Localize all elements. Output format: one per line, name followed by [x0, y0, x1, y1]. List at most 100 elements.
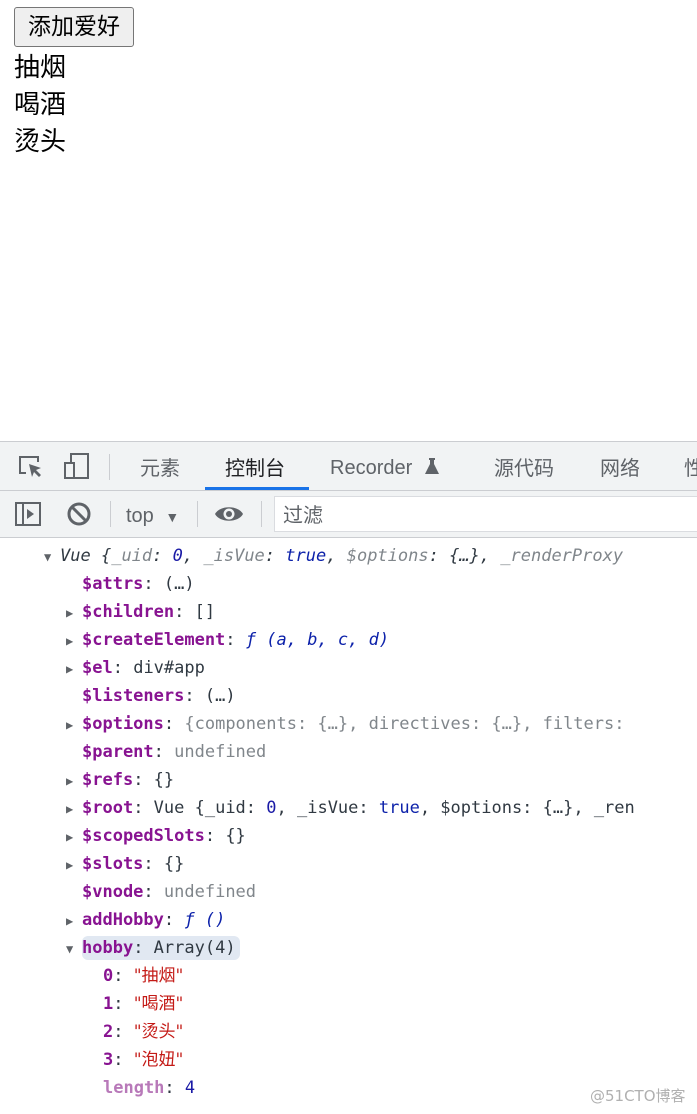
array-item-row: 0: "抽烟"	[103, 966, 184, 986]
length-key: length	[103, 1078, 165, 1098]
vue-summary: {_uid: 0, _isVue: true, $options: {…}, _…	[100, 546, 624, 566]
prop-value: ƒ (a, b, c, d)	[245, 630, 390, 650]
prop-value: div#app	[133, 658, 205, 678]
prop-key: $slots	[82, 854, 144, 874]
tab-recorder-label: Recorder	[330, 457, 413, 479]
collapsed-triangle-icon[interactable]: ▶	[66, 627, 82, 655]
hobby-item: 烫头	[14, 127, 67, 157]
tab-sources[interactable]: 源代码	[494, 442, 554, 490]
collapsed-triangle-icon[interactable]: ▶	[66, 655, 82, 683]
prop-key: $children	[82, 602, 175, 622]
prop-value: {}	[153, 770, 175, 790]
divider	[197, 501, 198, 527]
console-prop-row[interactable]: ▶ $slots: {}	[66, 850, 184, 878]
prop-key: $options	[82, 714, 164, 734]
dropdown-arrow-icon: ▼	[165, 509, 180, 525]
context-selector[interactable]: top ▼	[126, 491, 179, 537]
console-prop-row[interactable]: ▶ $refs: {}	[66, 766, 174, 794]
prop-key: $parent	[82, 742, 154, 762]
tab-performance[interactable]: 性	[684, 442, 697, 490]
tab-network[interactable]: 网络	[600, 442, 640, 490]
prop-key: $vnode	[82, 882, 144, 902]
eye-icon[interactable]	[214, 500, 244, 528]
array-item-row: 3: "泡妞"	[103, 1050, 184, 1070]
prop-value: (…)	[204, 686, 236, 706]
prop-value: Vue {_uid: 0, _isVue: true, $options: {……	[153, 798, 635, 818]
array-index: 0	[103, 966, 114, 986]
collapsed-triangle-icon[interactable]: ▶	[66, 599, 82, 627]
app-page: 添加爱好 抽烟 喝酒 烫头	[0, 0, 697, 441]
prop-value: {components: {…}, directives: {…}, filte…	[184, 714, 625, 734]
console-prop-row[interactable]: ▶ $options: {components: {…}, directives:…	[66, 710, 624, 738]
highlighted-prop: hobby: Array(4)	[82, 936, 240, 960]
array-value: "泡妞"	[133, 1050, 184, 1070]
tab-elements[interactable]: 元素	[140, 442, 180, 490]
prop-key: $scopedSlots	[82, 826, 205, 846]
console-prop-row[interactable]: ▶ $scopedSlots: {}	[66, 822, 246, 850]
length-value: 4	[184, 1078, 196, 1098]
console-prop-row: $listeners: (…)	[82, 686, 236, 706]
array-value: "抽烟"	[133, 966, 184, 986]
divider	[109, 454, 110, 480]
prop-value: []	[194, 602, 216, 622]
tab-console[interactable]: 控制台	[225, 442, 285, 490]
vue-root-row[interactable]: ▼ Vue {_uid: 0, _isVue: true, $options: {…	[44, 542, 623, 570]
device-toggle-icon[interactable]	[62, 452, 90, 480]
console-prop-row[interactable]: ▶ $children: []	[66, 598, 215, 626]
hobby-list: 抽烟 喝酒 烫头	[14, 50, 66, 161]
array-index: 2	[103, 1022, 114, 1042]
prop-key: addHobby	[82, 910, 164, 930]
prop-key: $attrs	[82, 574, 144, 594]
prop-value: Array(4)	[153, 938, 236, 958]
filter-input[interactable]: 过滤	[274, 496, 697, 532]
inspect-element-icon[interactable]	[16, 452, 44, 480]
hobby-item: 抽烟	[14, 53, 67, 83]
prop-value: ƒ ()	[184, 910, 226, 930]
console-prop-row: $parent: undefined	[82, 742, 267, 762]
array-index: 1	[103, 994, 114, 1014]
prop-key: $root	[82, 798, 134, 818]
prop-key: $listeners	[82, 686, 185, 706]
sidebar-toggle-icon[interactable]	[14, 500, 42, 528]
collapsed-triangle-icon[interactable]: ▶	[66, 823, 82, 851]
console-prop-row: $vnode: undefined	[82, 882, 257, 902]
array-value: "烫头"	[133, 1022, 184, 1042]
devtools-tabbar: 元素 控制台 Recorder 源代码 网络 性	[0, 442, 697, 491]
collapsed-triangle-icon[interactable]: ▶	[66, 795, 82, 823]
collapsed-triangle-icon[interactable]: ▶	[66, 767, 82, 795]
devtools-panel: 元素 控制台 Recorder 源代码 网络 性 top ▼ 过滤 ▼ Vue …	[0, 441, 697, 1114]
add-hobby-button[interactable]: 添加爱好	[14, 7, 134, 47]
filter-placeholder: 过滤	[283, 503, 323, 527]
prop-key: hobby	[82, 938, 134, 958]
expanded-triangle-icon[interactable]: ▼	[66, 935, 82, 963]
expanded-triangle-icon[interactable]: ▼	[44, 543, 60, 571]
collapsed-triangle-icon[interactable]: ▶	[66, 907, 82, 935]
tab-recorder[interactable]: Recorder	[330, 442, 440, 490]
collapsed-triangle-icon[interactable]: ▶	[66, 851, 82, 879]
console-prop-row[interactable]: ▶ addHobby: ƒ ()	[66, 906, 225, 934]
prop-value: undefined	[163, 882, 257, 902]
prop-key: $createElement	[82, 630, 226, 650]
divider	[110, 501, 111, 527]
prop-key: $el	[82, 658, 113, 678]
watermark: @51CTO博客	[590, 1087, 686, 1105]
console-prop-row[interactable]: ▶ $el: div#app	[66, 654, 205, 682]
collapsed-triangle-icon[interactable]: ▶	[66, 711, 82, 739]
console-prop-row[interactable]: ▶ $root: Vue {_uid: 0, _isVue: true, $opt…	[66, 794, 635, 822]
console-prop-row: $attrs: (…)	[82, 574, 195, 594]
vue-prefix: Vue	[60, 546, 101, 566]
console-toolbar: top ▼ 过滤	[0, 491, 697, 538]
prop-value: undefined	[174, 742, 267, 762]
divider	[261, 501, 262, 527]
prop-value: {}	[163, 854, 185, 874]
console-prop-row[interactable]: ▶ $createElement: ƒ (a, b, c, d)	[66, 626, 389, 654]
console-prop-row[interactable]: ▼ hobby: Array(4)	[66, 934, 240, 962]
array-item-row: 2: "烫头"	[103, 1022, 184, 1042]
array-item-row: 1: "喝酒"	[103, 994, 184, 1014]
prop-value: (…)	[163, 574, 195, 594]
prop-value: {}	[225, 826, 246, 846]
clear-console-icon[interactable]	[65, 500, 93, 528]
prop-key: $refs	[82, 770, 134, 790]
array-length-row: length: 4	[103, 1078, 196, 1098]
context-value: top	[126, 505, 154, 527]
